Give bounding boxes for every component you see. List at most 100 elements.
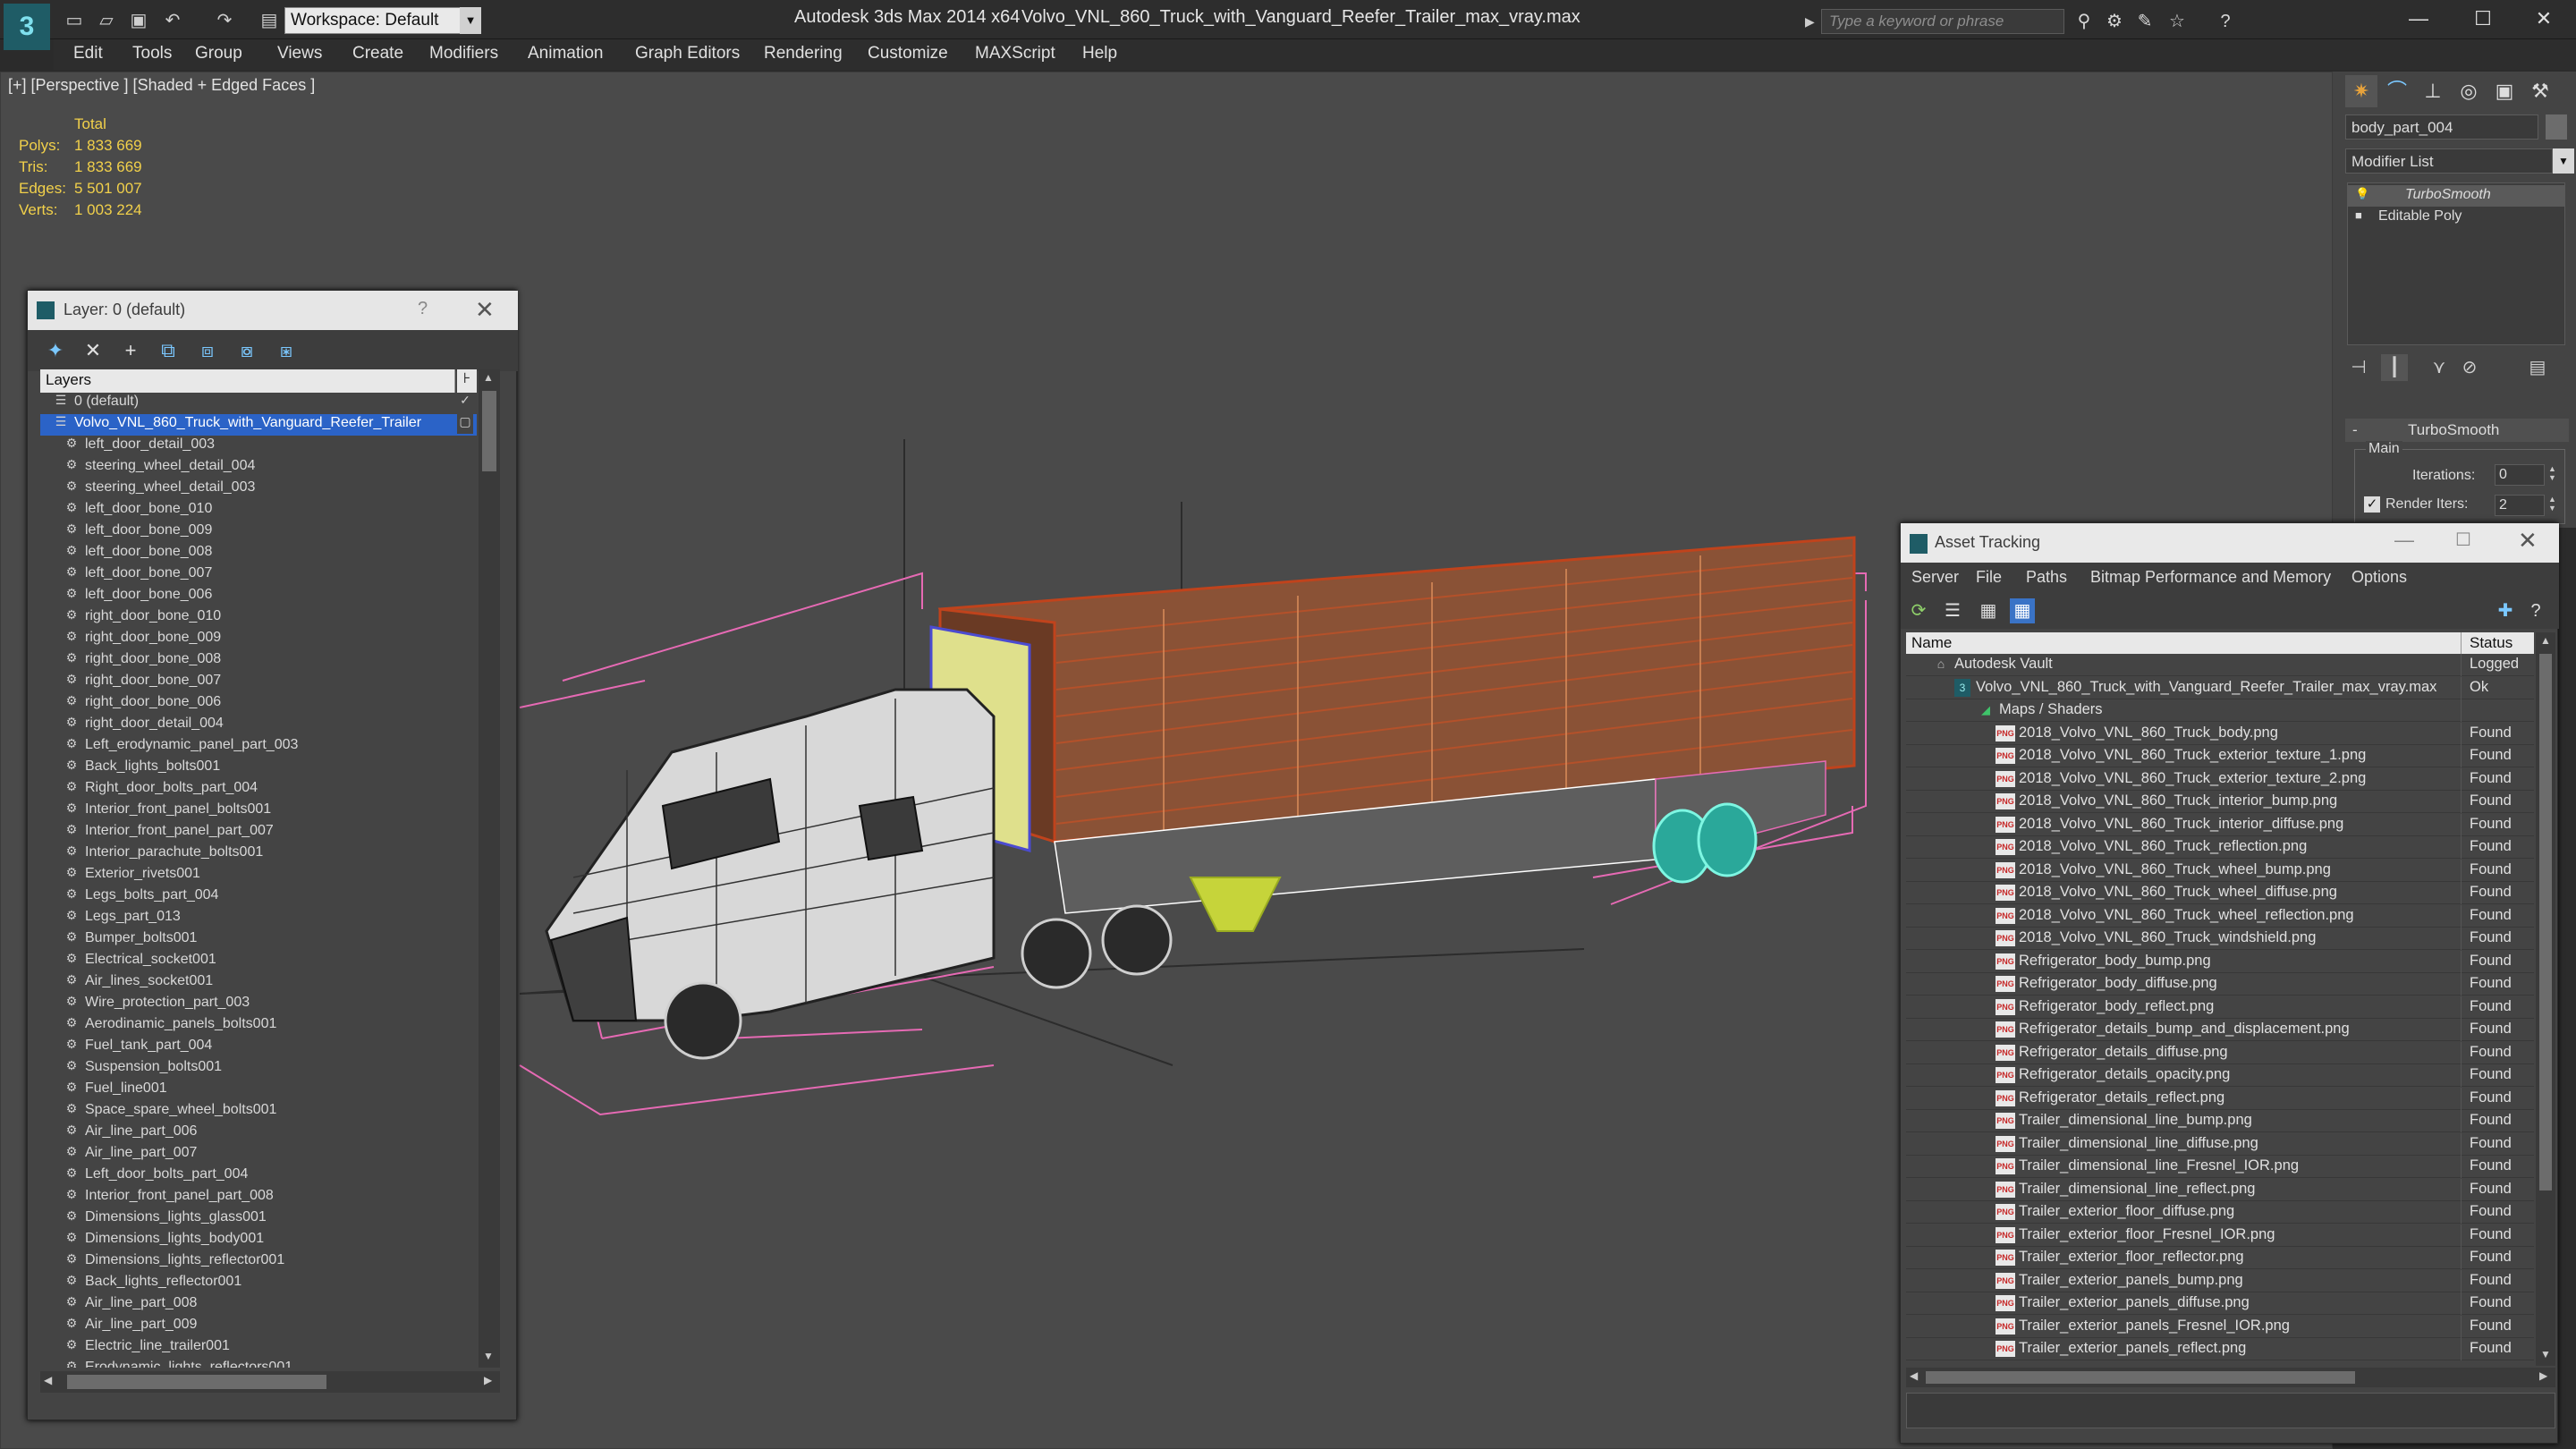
highlight-selected-icon[interactable]: ⧈ — [194, 337, 221, 364]
asset-row[interactable]: PNG 2018_Volvo_VNL_860_Truck_interior_bum… — [1906, 791, 2534, 813]
asset-row[interactable]: PNG Refrigerator_details_diffuse.png Found — [1906, 1041, 2534, 1064]
scroll-thumb[interactable] — [482, 391, 496, 471]
workspace-dropdown[interactable]: Workspace: Default — [284, 7, 481, 34]
asset-row[interactable]: PNG Trailer_exterior_floor_diffuse.png Fou… — [1906, 1201, 2534, 1224]
layer-row[interactable]: ⚙ Aerodinamic_panels_bolts001 — [40, 1015, 477, 1037]
search-input[interactable]: Type a keyword or phrase — [1821, 9, 2064, 34]
layer-row[interactable]: ☰ 0 (default) ✓ — [40, 393, 477, 414]
refresh-icon[interactable]: ⟳ — [1906, 598, 1931, 623]
scroll-thumb[interactable] — [1926, 1371, 2355, 1384]
asset-row[interactable]: PNG Refrigerator_body_bump.png Found — [1906, 950, 2534, 973]
menu-options[interactable]: Options — [2351, 568, 2407, 587]
menu-maxscript[interactable]: MAXScript — [975, 44, 1055, 64]
asset-row[interactable]: PNG 2018_Volvo_VNL_860_Truck_windshield.p… — [1906, 928, 2534, 950]
modifier-list-dropdown[interactable]: Modifier List — [2345, 148, 2553, 174]
asset-row[interactable]: PNG Trailer_exterior_panels_Fresnel_IOR.p… — [1906, 1315, 2534, 1338]
table-view-icon[interactable]: ▦ — [2010, 598, 2035, 623]
binoculars-icon[interactable]: ⚲ — [2072, 9, 2097, 34]
scroll-up-icon[interactable]: ▲ — [2540, 634, 2551, 647]
spinner-arrows-icon[interactable]: ▲ ▼ — [2548, 464, 2559, 482]
asset-row[interactable]: PNG 2018_Volvo_VNL_860_Truck_reflection.p… — [1906, 836, 2534, 859]
asset-row[interactable]: PNG 2018_Volvo_VNL_860_Truck_wheel_diffus… — [1906, 882, 2534, 904]
remove-modifier-icon[interactable]: ⊘ — [2456, 354, 2483, 381]
lightbulb-icon[interactable]: 💡 — [2355, 187, 2369, 201]
select-highlighted-icon[interactable]: ⧉ — [155, 337, 182, 364]
current-layer-check-icon[interactable]: ✓ — [457, 393, 473, 412]
create-layer-icon[interactable]: ✦ — [42, 337, 69, 364]
asset-row[interactable]: PNG Trailer_exterior_floor_reflector.png F… — [1906, 1247, 2534, 1269]
layer-row[interactable]: ⚙ Left_erodynamic_panel_part_003 — [40, 736, 477, 758]
menu-paths[interactable]: Paths — [2026, 568, 2067, 587]
pin-stack-icon[interactable]: ⊣ — [2345, 354, 2372, 381]
layer-row[interactable]: ⚙ Back_lights_reflector001 — [40, 1273, 477, 1294]
minimize-button[interactable]: — — [2394, 2, 2444, 36]
motion-tab-icon[interactable]: ◎ — [2453, 75, 2485, 107]
asset-row[interactable]: PNG 2018_Volvo_VNL_860_Truck_wheel_reflec… — [1906, 904, 2534, 928]
layer-row[interactable]: ⚙ Dimensions_lights_glass001 — [40, 1208, 477, 1230]
asset-horizontal-scrollbar[interactable]: ◀ ▶ — [1906, 1368, 2555, 1387]
scroll-down-icon[interactable]: ▼ — [2540, 1348, 2551, 1360]
layer-row[interactable]: ⚙ Electric_line_trailer001 — [40, 1337, 477, 1359]
redo-icon[interactable]: ↷ — [213, 9, 236, 32]
help-icon[interactable]: ? — [2523, 598, 2548, 623]
utilities-tab-icon[interactable]: ⚒ — [2524, 75, 2556, 107]
menu-modifiers[interactable]: Modifiers — [429, 44, 498, 64]
save-file-icon[interactable]: ▣ — [127, 9, 150, 32]
new-file-icon[interactable]: ▭ — [63, 9, 86, 32]
asset-row[interactable]: PNG 2018_Volvo_VNL_860_Truck_exterior_tex… — [1906, 745, 2534, 767]
scroll-left-icon[interactable]: ◀ — [44, 1374, 52, 1386]
help-icon[interactable]: ? — [2213, 9, 2238, 34]
menu-server[interactable]: Server — [1911, 568, 1959, 587]
list-view-icon[interactable]: ☰ — [1940, 598, 1965, 623]
layer-row[interactable]: ⚙ left_door_bone_007 — [40, 564, 477, 586]
column-divider[interactable] — [2461, 632, 2462, 654]
menu-views[interactable]: Views — [277, 44, 322, 64]
layer-row[interactable]: ⚙ left_door_bone_010 — [40, 500, 477, 521]
menu-create[interactable]: Create — [352, 44, 403, 64]
layer-row[interactable]: ⚙ right_door_bone_007 — [40, 672, 477, 693]
layer-row[interactable]: ⚙ Fuel_tank_part_004 — [40, 1037, 477, 1058]
layer-row[interactable]: ⚙ Dimensions_lights_reflector001 — [40, 1251, 477, 1273]
configure-modifier-sets-icon[interactable]: ▤ — [2524, 354, 2551, 381]
layer-row[interactable]: ⚙ left_door_bone_008 — [40, 543, 477, 564]
layer-row[interactable]: ⚙ Electrical_socket001 — [40, 951, 477, 972]
viewport-label[interactable]: [+] [Perspective ] [Shaded + Edged Faces… — [8, 76, 315, 95]
layer-row[interactable]: ⚙ Exterior_rivets001 — [40, 865, 477, 886]
layer-row[interactable]: ⚙ left_door_bone_009 — [40, 521, 477, 543]
menu-tools[interactable]: Tools — [132, 44, 172, 64]
layer-row[interactable]: ⚙ Space_spare_wheel_bolts001 — [40, 1101, 477, 1123]
layer-row[interactable]: ⚙ Interior_front_panel_part_008 — [40, 1187, 477, 1208]
search-expand-icon[interactable]: ▶ — [1805, 11, 1819, 32]
iterations-spinner[interactable]: 0 — [2495, 464, 2545, 486]
minimize-button[interactable]: — — [2394, 529, 2414, 552]
asset-row[interactable]: PNG Trailer_dimensional_line_diffuse.png F… — [1906, 1132, 2534, 1156]
maximize-button[interactable]: ☐ — [2455, 529, 2471, 551]
turbosmooth-rollout-header[interactable]: - TurboSmooth — [2345, 419, 2569, 442]
render-iters-checkbox[interactable]: ✓ — [2364, 496, 2380, 513]
asset-row[interactable]: PNG Refrigerator_details_opacity.png Found — [1906, 1064, 2534, 1087]
add-to-layer-icon[interactable]: + — [117, 337, 144, 364]
menu-group[interactable]: Group — [195, 44, 242, 64]
expand-box-icon[interactable]: ■ — [2355, 208, 2362, 222]
open-file-icon[interactable]: ▱ — [95, 9, 118, 32]
column-header-name[interactable]: Name — [1911, 634, 1952, 652]
layer-row[interactable]: ⚙ right_door_bone_009 — [40, 629, 477, 650]
layer-row[interactable]: ☰ Volvo_VNL_860_Truck_with_Vanguard_Reefe… — [40, 414, 477, 436]
show-end-result-icon[interactable]: ┃ — [2381, 354, 2408, 381]
layer-row[interactable]: ⚙ right_door_bone_010 — [40, 607, 477, 629]
spinner-arrows-icon[interactable]: ▲ ▼ — [2548, 495, 2559, 513]
hide-all-layers-icon[interactable]: ⧇ — [233, 337, 260, 364]
make-unique-icon[interactable]: ⋎ — [2426, 354, 2453, 381]
display-tab-icon[interactable]: ▣ — [2488, 75, 2521, 107]
asset-row[interactable]: PNG 2018_Volvo_VNL_860_Truck_body.png Foun… — [1906, 722, 2534, 745]
thumbnail-view-icon[interactable]: ▦ — [1976, 598, 2001, 623]
menu-graph-editors[interactable]: Graph Editors — [635, 44, 740, 64]
freeze-all-layers-icon[interactable]: ⧆ — [273, 337, 300, 364]
layer-horizontal-scrollbar[interactable]: ◀ ▶ — [40, 1371, 500, 1393]
asset-row[interactable]: PNG Trailer_exterior_panels_bump.png Found — [1906, 1269, 2534, 1292]
stack-item-turbosmooth[interactable]: 💡 TurboSmooth — [2348, 185, 2564, 207]
layer-row[interactable]: ⚙ left_door_detail_003 — [40, 436, 477, 457]
menu-help[interactable]: Help — [1082, 44, 1117, 64]
asset-row[interactable]: PNG Trailer_exterior_floor_Fresnel_IOR.pn… — [1906, 1224, 2534, 1247]
menu-rendering[interactable]: Rendering — [764, 44, 843, 64]
